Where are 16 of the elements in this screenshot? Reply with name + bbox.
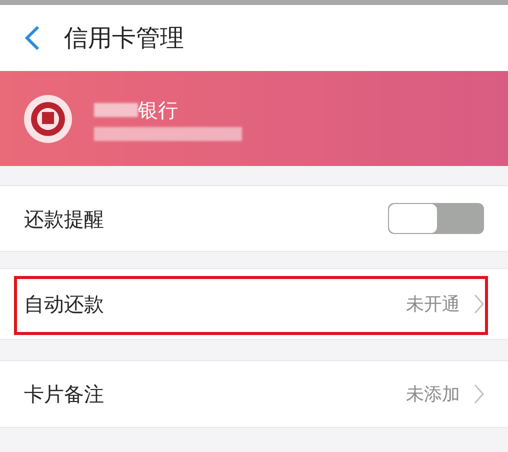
bank-logo-icon [24, 94, 72, 142]
toggle-switch[interactable] [388, 203, 484, 234]
chevron-right-icon [474, 294, 484, 314]
settings-row[interactable]: 卡片备注 未添加 [0, 360, 508, 428]
blurred-text [94, 102, 138, 116]
row-label: 卡片备注 [24, 381, 105, 408]
row-value: 未开通 [406, 292, 460, 316]
chevron-right-icon [474, 384, 484, 404]
row-label: 还款提醒 [24, 206, 105, 232]
bank-name: 银行 [138, 96, 178, 122]
row-value: 未添加 [406, 382, 460, 406]
page-title: 信用卡管理 [64, 23, 184, 54]
back-icon[interactable] [24, 25, 40, 51]
settings-row[interactable]: 自动还款 未开通 [0, 268, 508, 340]
row-label: 自动还款 [24, 291, 105, 318]
settings-row[interactable]: 还款提醒 [0, 185, 508, 252]
